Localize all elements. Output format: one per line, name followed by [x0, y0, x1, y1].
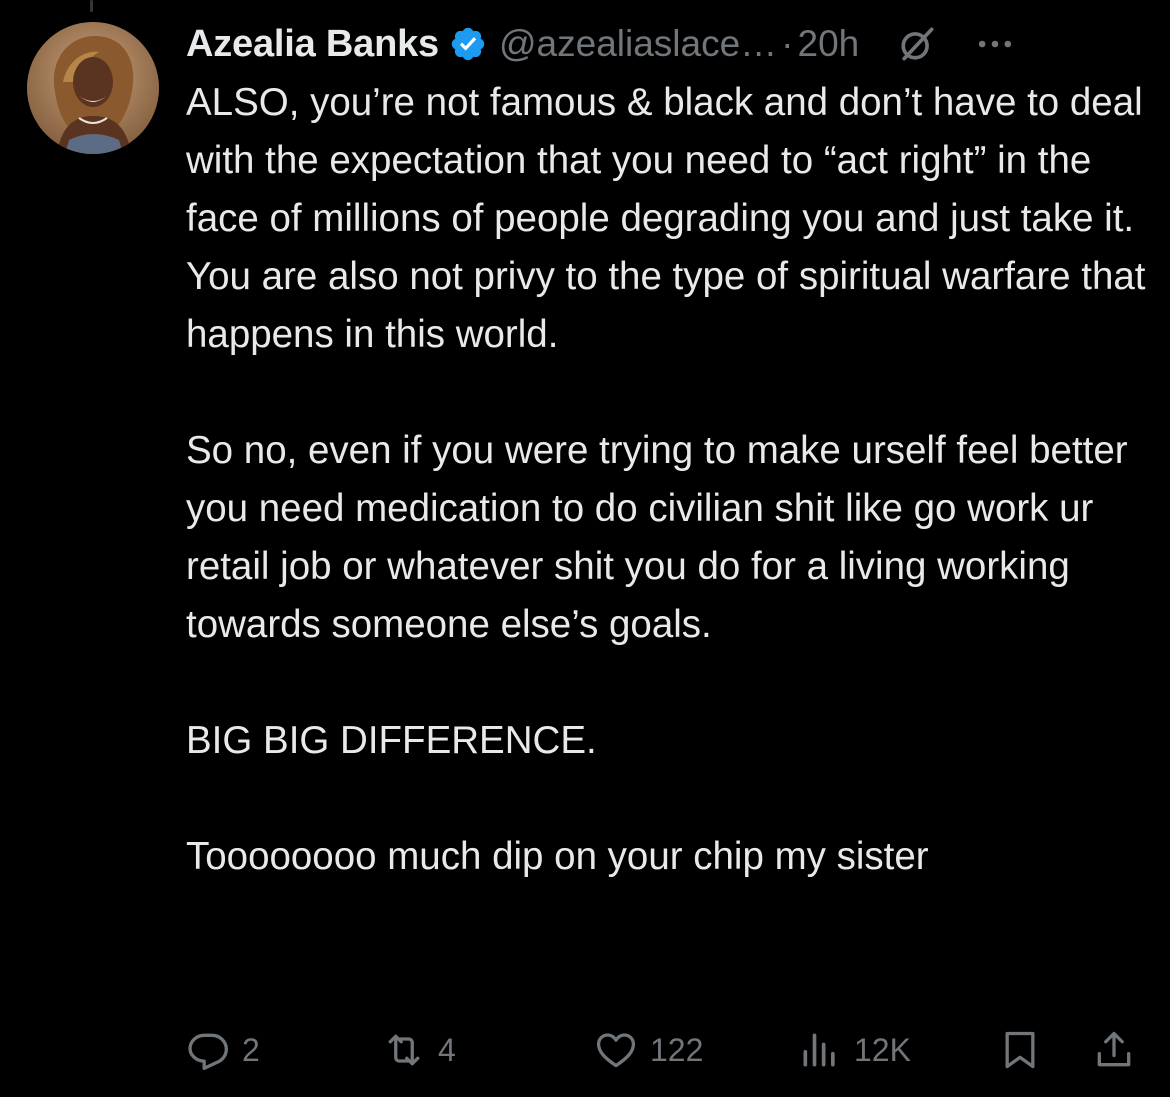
bookmark-button[interactable] — [998, 1020, 1042, 1080]
avatar[interactable] — [27, 22, 159, 154]
like-icon — [596, 1033, 636, 1068]
repost-button[interactable]: 4 — [382, 1020, 456, 1080]
grok-icon[interactable] — [895, 22, 939, 66]
tweet-paragraph: So no, even if you were trying to make u… — [186, 429, 1139, 646]
more-options-icon[interactable] — [973, 22, 1017, 66]
tweet-header: Azealia Banks @azealiaslace… · 20h — [186, 18, 1140, 70]
like-button[interactable]: 122 — [594, 1020, 703, 1080]
views-button[interactable]: 12K — [798, 1020, 911, 1080]
bookmark-icon — [1005, 1031, 1035, 1069]
display-name[interactable]: Azealia Banks — [186, 23, 439, 66]
timestamp[interactable]: 20h — [798, 23, 860, 65]
verified-badge-icon — [451, 27, 485, 61]
share-button[interactable] — [1092, 1020, 1136, 1080]
share-icon — [1097, 1031, 1131, 1067]
tweet-paragraph: ALSO, you’re not famous & black and don’… — [186, 81, 1157, 356]
reply-icon — [188, 1033, 228, 1070]
views-icon — [803, 1033, 835, 1067]
repost-icon — [388, 1034, 420, 1066]
tweet-paragraph: BIG BIG DIFFERENCE. — [186, 719, 597, 762]
separator-dot: · — [781, 23, 794, 64]
avatar-image — [27, 22, 159, 154]
tweet-paragraph: Toooooooo much dip on your chip my siste… — [186, 835, 929, 878]
reply-count: 2 — [242, 1031, 260, 1068]
tweet-text: ALSO, you’re not famous & black and don’… — [186, 74, 1146, 886]
views-count: 12K — [854, 1031, 911, 1068]
repost-count: 4 — [438, 1031, 456, 1068]
reply-button[interactable]: 2 — [186, 1020, 260, 1080]
tweet-actions-bar: 2 4 122 12K — [186, 1020, 1146, 1080]
handle[interactable]: @azealiaslace… — [499, 23, 777, 65]
thread-connector-line — [90, 0, 93, 12]
like-count: 122 — [650, 1031, 704, 1068]
